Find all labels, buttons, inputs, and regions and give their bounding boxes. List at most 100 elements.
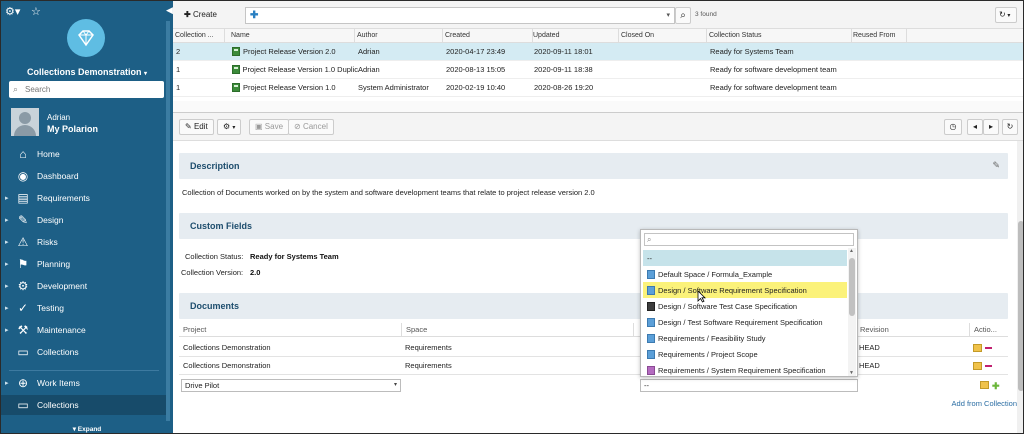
- dropdown-scrollbar[interactable]: ▲ ▼: [848, 248, 856, 376]
- sidebar-item-collections[interactable]: ▭ Collections: [1, 342, 166, 362]
- settings-icon[interactable]: ⚙▾: [5, 5, 20, 18]
- sidebar-item-collections[interactable]: ▭ Collections: [1, 395, 166, 415]
- open-document-icon[interactable]: [973, 361, 982, 370]
- dropdown-option[interactable]: Default Space / Formula_Example: [643, 266, 847, 282]
- reload-button[interactable]: ↻: [1002, 119, 1018, 135]
- sidebar-item-label: Collections: [37, 400, 79, 410]
- results-count: 3 found: [695, 11, 717, 18]
- expand-arrow-icon[interactable]: ▸: [5, 326, 9, 334]
- sidebar-item-label: Home: [37, 149, 60, 159]
- document-row[interactable]: Collections Demonstration Requirements HEA…: [179, 357, 1008, 375]
- expand-arrow-icon[interactable]: ▸: [5, 379, 9, 387]
- collection-icon: [232, 83, 240, 92]
- pencil-icon[interactable]: ✎: [992, 160, 1000, 171]
- column-header[interactable]: Reused From: [851, 29, 907, 42]
- column-header[interactable]: Collection ...: [173, 29, 225, 42]
- search-icon: ⌕: [647, 235, 652, 244]
- collections-icon: ▭: [17, 345, 29, 359]
- cell-id: 1: [176, 61, 228, 78]
- sidebar-item-requirements[interactable]: ▸ ▤ Requirements: [1, 188, 166, 208]
- expand-arrow-icon[interactable]: ▸: [5, 194, 9, 202]
- cell-name: Project Release Version 1.0: [232, 79, 358, 96]
- search-button[interactable]: ⌕: [675, 7, 691, 24]
- table-row[interactable]: 2 Project Release Version 2.0 Adrian 2020-0…: [173, 43, 1023, 61]
- sidebar-item-work-items[interactable]: ▸ ⊕ Work Items: [1, 373, 166, 393]
- column-header[interactable]: Collection Status: [707, 29, 852, 42]
- dropdown-option[interactable]: Requirements / Project Scope: [643, 346, 847, 362]
- expand-arrow-icon[interactable]: ▸: [5, 304, 9, 312]
- favorite-star-icon[interactable]: ☆: [31, 5, 41, 18]
- sidebar-item-home[interactable]: ⌂ Home: [1, 144, 166, 164]
- dropdown-option[interactable]: Requirements / System Requirement Specif…: [643, 362, 847, 378]
- column-header[interactable]: Created: [443, 29, 533, 42]
- dashboard-icon: ◉: [17, 169, 29, 183]
- cancel-icon: ⊘: [294, 122, 301, 131]
- dropdown-option[interactable]: Design / Software Test Case Specificatio…: [643, 298, 847, 314]
- expand-arrow-icon[interactable]: ▸: [5, 260, 9, 268]
- open-document-icon[interactable]: [973, 343, 982, 352]
- cell-created: 2020-08-13 15:05: [446, 61, 536, 78]
- document-select[interactable]: --: [640, 379, 858, 392]
- cell-text: 1: [176, 83, 181, 92]
- document-row[interactable]: Collections Demonstration Requirements HEA…: [179, 339, 1008, 357]
- my-polarion-link[interactable]: My Polarion: [47, 124, 98, 134]
- sidebar-item-development[interactable]: ▸ ⚙ Development: [1, 276, 166, 296]
- sidebar-item-design[interactable]: ▸ ✎ Design: [1, 210, 166, 230]
- dropdown-option[interactable]: Design / Test Software Requirement Speci…: [643, 314, 847, 330]
- sidebar-item-maintenance[interactable]: ▸ ⚒ Maintenance: [1, 320, 166, 340]
- sidebar-top: ⚙▾ ☆: [5, 5, 169, 19]
- dropdown-option[interactable]: --: [643, 250, 847, 266]
- gear-icon: ⚙: [223, 122, 231, 131]
- refresh-button[interactable]: ↻ ▾: [995, 7, 1017, 23]
- sidebar-item-risks[interactable]: ▸ ⚠ Risks: [1, 232, 166, 252]
- expand-arrow-icon[interactable]: ▸: [5, 238, 9, 246]
- expand-arrow-icon[interactable]: ▸: [5, 216, 9, 224]
- expand-button[interactable]: ▾ Expand: [1, 425, 173, 433]
- sidebar-item-dashboard[interactable]: ◉ Dashboard: [1, 166, 166, 186]
- dropdown-option[interactable]: Requirements / Feasibility Study: [643, 330, 847, 346]
- sidebar-search[interactable]: ⌕: [9, 81, 164, 98]
- version-label: Collection Version:: [181, 268, 244, 277]
- cancel-button[interactable]: ⊘ Cancel: [288, 119, 334, 135]
- dropdown-option-label: Design / Software Test Case Specificatio…: [658, 301, 798, 311]
- history-button[interactable]: ◷: [944, 119, 962, 135]
- add-query-icon[interactable]: ✚: [250, 10, 258, 21]
- sidebar-item-planning[interactable]: ▸ ⚑ Planning: [1, 254, 166, 274]
- search-input[interactable]: [25, 83, 159, 96]
- column-header[interactable]: Closed On: [619, 29, 707, 42]
- chevron-down-icon[interactable]: ▾: [666, 11, 670, 19]
- project-selector[interactable]: Collections Demonstration ▾: [1, 67, 173, 77]
- collapse-sidebar-icon[interactable]: ◀: [166, 5, 173, 16]
- sidebar-item-testing[interactable]: ▸ ✓ Testing: [1, 298, 166, 318]
- dropdown-search-input[interactable]: ⌕: [644, 233, 854, 246]
- edit-button[interactable]: ✎ Edit: [179, 119, 214, 135]
- next-button[interactable]: ▸: [983, 119, 999, 135]
- diamond-icon: [78, 30, 94, 47]
- sidebar-item-label: Testing: [37, 303, 64, 313]
- table-row[interactable]: 1 Project Release Version 1.0 Duplic Adria…: [173, 61, 1023, 79]
- open-document-icon[interactable]: [980, 381, 989, 389]
- query-input[interactable]: ✚ ▾: [245, 7, 675, 24]
- sidebar: ⚙▾ ☆ ◀ Collections Demonstration ▾ ⌕ Adr…: [1, 1, 173, 433]
- column-header[interactable]: Name: [229, 29, 355, 42]
- actions-menu-button[interactable]: ⚙ ▾: [217, 119, 242, 135]
- save-button[interactable]: ▣ Save: [249, 119, 290, 135]
- remove-icon[interactable]: [985, 346, 992, 349]
- collections-toolbar: ✚ Create ✚ ▾ ⌕ 3 found ↻ ▾: [173, 1, 1023, 29]
- column-header[interactable]: Author: [355, 29, 443, 42]
- project-select[interactable]: Drive Pilot ▾: [181, 379, 401, 392]
- sidebar-scrollbar[interactable]: [166, 21, 170, 421]
- cell-text: 1: [176, 65, 181, 74]
- expand-arrow-icon[interactable]: ▸: [5, 282, 9, 290]
- table-row[interactable]: 1 Project Release Version 1.0 System Admin…: [173, 79, 1023, 97]
- dropdown-option[interactable]: Design / Software Requirement Specificat…: [643, 282, 847, 298]
- user-panel[interactable]: Adrian My Polarion: [11, 108, 161, 138]
- create-button[interactable]: ✚ Create: [179, 7, 222, 24]
- add-icon[interactable]: ✚: [992, 381, 1000, 392]
- column-header[interactable]: Updated: [531, 29, 619, 42]
- previous-button[interactable]: ◂: [967, 119, 983, 135]
- detail-scrollbar[interactable]: [1017, 141, 1023, 433]
- remove-icon[interactable]: [985, 364, 992, 367]
- description-title: Description: [190, 161, 240, 171]
- add-from-collection-link[interactable]: Add from Collection: [952, 399, 1017, 408]
